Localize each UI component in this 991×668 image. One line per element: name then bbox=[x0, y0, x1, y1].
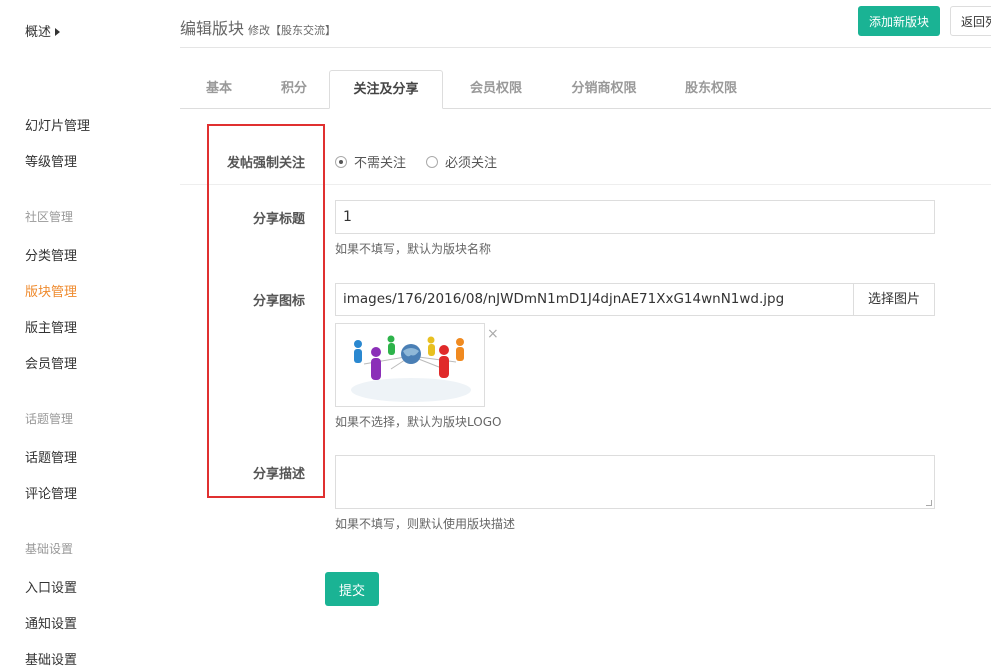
header-divider bbox=[180, 47, 991, 48]
sidebar-item-members[interactable]: 会员管理 bbox=[25, 353, 77, 372]
sidebar-item-basic-settings[interactable]: 基础设置 bbox=[25, 649, 77, 668]
tab-follow-share[interactable]: 关注及分享 bbox=[329, 70, 443, 109]
sidebar-item-slides[interactable]: 幻灯片管理 bbox=[25, 115, 90, 134]
sidebar-item-label: 概述 bbox=[25, 25, 52, 40]
page-subtitle: 修改【股东交流】 bbox=[248, 24, 337, 37]
sidebar-item-comments[interactable]: 评论管理 bbox=[25, 483, 77, 502]
back-to-list-button[interactable]: 返回列 bbox=[950, 6, 991, 36]
page-title-text: 编辑版块 bbox=[180, 19, 245, 38]
tab-points[interactable]: 积分 bbox=[265, 70, 323, 109]
radio-label: 不需关注 bbox=[354, 156, 407, 171]
remove-image-button[interactable]: × bbox=[487, 326, 499, 342]
tab-basic[interactable]: 基本 bbox=[190, 70, 248, 109]
sidebar-group-basic: 基础设置 bbox=[25, 542, 74, 556]
radio-checked-icon bbox=[335, 155, 347, 168]
sidebar-item-entry-settings[interactable]: 入口设置 bbox=[25, 577, 77, 596]
radio-unchecked-icon bbox=[426, 155, 438, 168]
share-desc-help: 如果不填写，则默认使用版块描述 bbox=[335, 517, 516, 531]
share-title-input[interactable]: 1 bbox=[335, 200, 935, 234]
add-board-button[interactable]: 添加新版块 bbox=[858, 6, 940, 36]
submit-button[interactable]: 提交 bbox=[325, 572, 379, 606]
share-icon-preview bbox=[335, 323, 485, 407]
sidebar-group-community: 社区管理 bbox=[25, 210, 74, 224]
sidebar-item-boards[interactable]: 版块管理 bbox=[25, 281, 77, 300]
radio-no-follow[interactable]: 不需关注 bbox=[335, 152, 406, 171]
tab-member-permissions[interactable]: 会员权限 bbox=[455, 70, 537, 109]
share-icon-path-input[interactable]: images/176/2016/08/nJWDmN1mD1J4djnAE71Xx… bbox=[335, 283, 854, 316]
select-image-button[interactable]: 选择图片 bbox=[853, 283, 935, 316]
tab-shareholder-permissions[interactable]: 股东权限 bbox=[670, 70, 752, 109]
share-desc-textarea[interactable] bbox=[335, 455, 935, 509]
sidebar-item-overview[interactable]: 概述 bbox=[25, 21, 61, 40]
sidebar-item-moderators[interactable]: 版主管理 bbox=[25, 317, 77, 336]
sidebar-group-topics: 话题管理 bbox=[25, 412, 74, 426]
sidebar-item-topics[interactable]: 话题管理 bbox=[25, 447, 77, 466]
share-title-help: 如果不填写，默认为版块名称 bbox=[335, 242, 492, 256]
share-icon-help: 如果不选择，默认为版块LOGO bbox=[335, 415, 502, 429]
sidebar-item-categories[interactable]: 分类管理 bbox=[25, 245, 77, 264]
page-title: 编辑版块 修改【股东交流】 bbox=[180, 15, 336, 39]
radio-label: 必须关注 bbox=[445, 156, 498, 171]
sidebar: 概述 幻灯片管理 等级管理 社区管理 分类管理 版块管理 版主管理 会员管理 话… bbox=[0, 0, 160, 668]
resize-handle-icon[interactable] bbox=[926, 500, 932, 506]
caret-right-icon bbox=[55, 27, 61, 36]
sidebar-item-levels[interactable]: 等级管理 bbox=[25, 151, 77, 170]
tab-distributor-permissions[interactable]: 分销商权限 bbox=[558, 70, 650, 109]
radio-must-follow[interactable]: 必须关注 bbox=[426, 152, 497, 171]
people-network-icon bbox=[351, 335, 471, 402]
sidebar-item-notify-settings[interactable]: 通知设置 bbox=[25, 613, 77, 632]
annotation-highlight-box bbox=[207, 124, 325, 498]
